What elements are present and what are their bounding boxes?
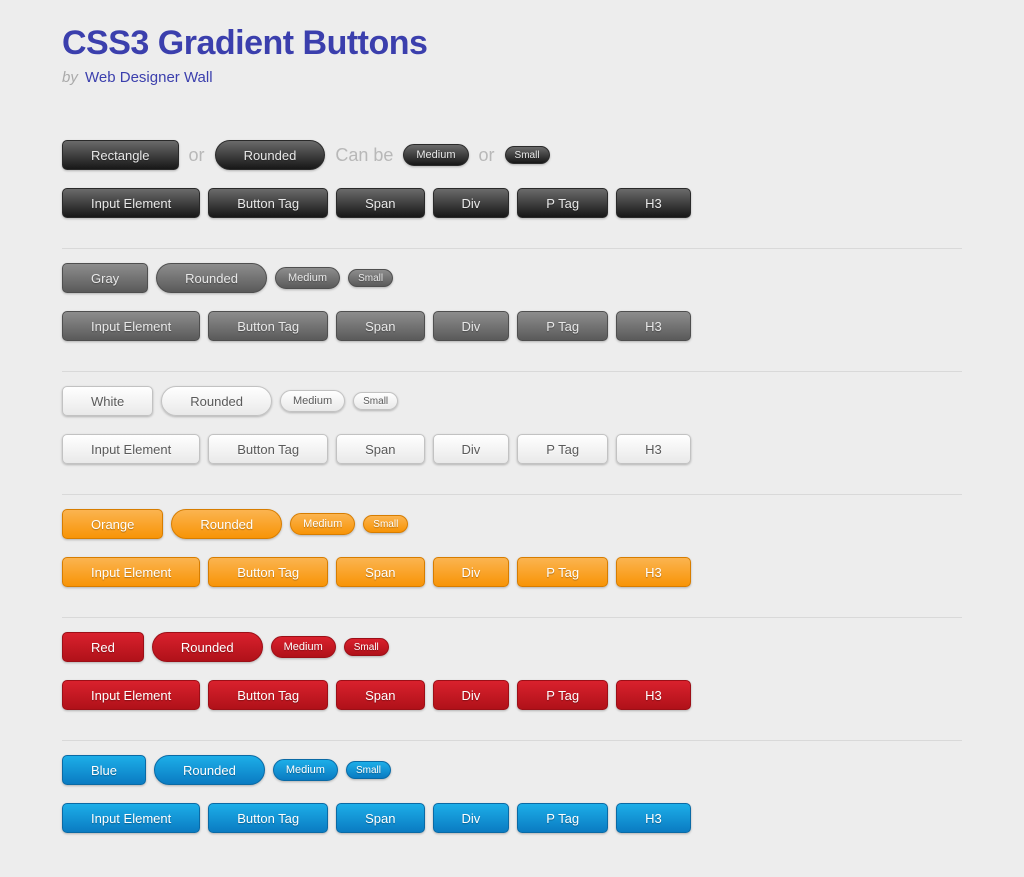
span-button[interactable]: Span — [336, 803, 424, 833]
section-gray: Gray Rounded Medium Small Input Element … — [62, 263, 962, 372]
row-elements: Input Element Button Tag Span Div P Tag … — [62, 680, 962, 710]
row-elements: Input Element Button Tag Span Div P Tag … — [62, 311, 962, 341]
white-button[interactable]: White — [62, 386, 153, 416]
span-button[interactable]: Span — [336, 434, 424, 464]
rounded-button[interactable]: Rounded — [156, 263, 267, 293]
input-element-button[interactable]: Input Element — [62, 803, 200, 833]
page-title: CSS3 Gradient Buttons — [62, 24, 962, 63]
row-styles: Orange Rounded Medium Small — [62, 509, 962, 539]
rounded-button[interactable]: Rounded — [154, 755, 265, 785]
input-element-button[interactable]: Input Element — [62, 311, 200, 341]
row-elements: Input Element Button Tag Span Div P Tag … — [62, 557, 962, 587]
rounded-button[interactable]: Rounded — [171, 509, 282, 539]
small-button[interactable]: Small — [363, 515, 408, 533]
row-styles: White Rounded Medium Small — [62, 386, 962, 416]
byline-author-link[interactable]: Web Designer Wall — [85, 69, 213, 86]
rounded-button[interactable]: Rounded — [152, 632, 263, 662]
span-button[interactable]: Span — [336, 557, 424, 587]
byline-prefix: by — [62, 69, 78, 86]
row-elements: Input Element Button Tag Span Div P Tag … — [62, 803, 962, 833]
rounded-button[interactable]: Rounded — [161, 386, 272, 416]
p-tag-button[interactable]: P Tag — [517, 557, 608, 587]
h3-button[interactable]: H3 — [616, 434, 691, 464]
div-button[interactable]: Div — [433, 188, 510, 218]
span-button[interactable]: Span — [336, 188, 424, 218]
button-tag-button[interactable]: Button Tag — [208, 557, 328, 587]
div-button[interactable]: Div — [433, 434, 510, 464]
medium-button[interactable]: Medium — [273, 759, 338, 781]
p-tag-button[interactable]: P Tag — [517, 311, 608, 341]
div-button[interactable]: Div — [433, 557, 510, 587]
medium-button[interactable]: Medium — [280, 390, 345, 412]
row-styles: Gray Rounded Medium Small — [62, 263, 962, 293]
button-tag-button[interactable]: Button Tag — [208, 188, 328, 218]
row-styles: Blue Rounded Medium Small — [62, 755, 962, 785]
input-element-button[interactable]: Input Element — [62, 434, 200, 464]
red-button[interactable]: Red — [62, 632, 144, 662]
div-button[interactable]: Div — [433, 680, 510, 710]
medium-button[interactable]: Medium — [275, 267, 340, 289]
medium-button[interactable]: Medium — [271, 636, 336, 658]
section-white: White Rounded Medium Small Input Element… — [62, 386, 962, 495]
button-tag-button[interactable]: Button Tag — [208, 680, 328, 710]
gray-button[interactable]: Gray — [62, 263, 148, 293]
blue-button[interactable]: Blue — [62, 755, 146, 785]
small-button[interactable]: Small — [348, 269, 393, 287]
row-styles: Rectangle or Rounded Can be Medium or Sm… — [62, 140, 962, 170]
medium-button[interactable]: Medium — [403, 144, 468, 166]
p-tag-button[interactable]: P Tag — [517, 680, 608, 710]
rounded-button[interactable]: Rounded — [215, 140, 326, 170]
h3-button[interactable]: H3 — [616, 803, 691, 833]
input-element-button[interactable]: Input Element — [62, 557, 200, 587]
input-element-button[interactable]: Input Element — [62, 680, 200, 710]
small-button[interactable]: Small — [344, 638, 389, 656]
small-button[interactable]: Small — [505, 146, 550, 164]
p-tag-button[interactable]: P Tag — [517, 434, 608, 464]
span-button[interactable]: Span — [336, 680, 424, 710]
row-styles: Red Rounded Medium Small — [62, 632, 962, 662]
input-element-button[interactable]: Input Element — [62, 188, 200, 218]
span-button[interactable]: Span — [336, 311, 424, 341]
small-button[interactable]: Small — [353, 392, 398, 410]
section-black: Rectangle or Rounded Can be Medium or Sm… — [62, 140, 962, 249]
small-button[interactable]: Small — [346, 761, 391, 779]
button-tag-button[interactable]: Button Tag — [208, 434, 328, 464]
p-tag-button[interactable]: P Tag — [517, 188, 608, 218]
h3-button[interactable]: H3 — [616, 557, 691, 587]
row-elements: Input Element Button Tag Span Div P Tag … — [62, 434, 962, 464]
button-tag-button[interactable]: Button Tag — [208, 803, 328, 833]
connector-text: or — [189, 145, 205, 166]
section-red: Red Rounded Medium Small Input Element B… — [62, 632, 962, 741]
byline: by Web Designer Wall — [62, 69, 962, 86]
medium-button[interactable]: Medium — [290, 513, 355, 535]
row-elements: Input Element Button Tag Span Div P Tag … — [62, 188, 962, 218]
rectangle-button[interactable]: Rectangle — [62, 140, 179, 170]
h3-button[interactable]: H3 — [616, 311, 691, 341]
div-button[interactable]: Div — [433, 311, 510, 341]
orange-button[interactable]: Orange — [62, 509, 163, 539]
button-tag-button[interactable]: Button Tag — [208, 311, 328, 341]
section-orange: Orange Rounded Medium Small Input Elemen… — [62, 509, 962, 618]
h3-button[interactable]: H3 — [616, 188, 691, 218]
connector-text: Can be — [335, 145, 393, 166]
section-blue: Blue Rounded Medium Small Input Element … — [62, 755, 962, 863]
h3-button[interactable]: H3 — [616, 680, 691, 710]
p-tag-button[interactable]: P Tag — [517, 803, 608, 833]
connector-text: or — [479, 145, 495, 166]
div-button[interactable]: Div — [433, 803, 510, 833]
